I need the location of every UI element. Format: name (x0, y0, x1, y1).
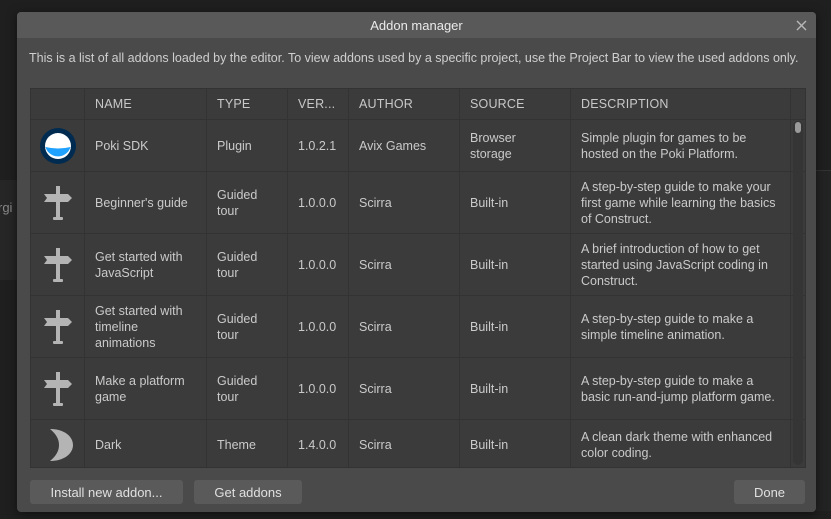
signpost-icon (43, 185, 72, 220)
addon-type: Guided tour (207, 358, 288, 419)
column-header-version[interactable]: VER... (288, 89, 349, 119)
addon-author: Scirra (349, 234, 460, 295)
addon-name: Get started with timeline animations (85, 296, 207, 357)
addon-author: Scirra (349, 420, 460, 467)
addon-source: Built-in (460, 358, 571, 419)
table-row[interactable]: Poki SDK Plugin 1.0.2.1 Avix Games Brows… (31, 120, 805, 172)
addon-version: 1.0.2.1 (288, 120, 349, 171)
addon-type: Guided tour (207, 234, 288, 295)
addon-version: 1.0.0.0 (288, 358, 349, 419)
signpost-icon (43, 247, 72, 282)
addon-type: Theme (207, 420, 288, 467)
addon-version: 1.0.0.0 (288, 234, 349, 295)
addon-name: Poki SDK (85, 120, 207, 171)
column-header-type[interactable]: TYPE (207, 89, 288, 119)
addon-source: Built-in (460, 172, 571, 233)
moon-icon (49, 429, 73, 461)
dialog-title: Addon manager (370, 17, 463, 33)
close-button[interactable] (792, 15, 810, 35)
table-row[interactable]: Beginner's guide Guided tour 1.0.0.0 Sci… (31, 172, 805, 234)
done-button[interactable]: Done (734, 480, 805, 504)
addon-source: Built-in (460, 296, 571, 357)
install-new-addon-button[interactable]: Install new addon... (30, 480, 183, 504)
addon-author: Scirra (349, 172, 460, 233)
addon-description: A step-by-step guide to make your first … (571, 172, 791, 233)
column-header-icon[interactable] (31, 89, 85, 119)
addon-manager-dialog: Addon manager This is a list of all addo… (17, 12, 816, 512)
column-header-description[interactable]: DESCRIPTION (571, 89, 791, 119)
addon-description: A step-by-step guide to make a basic run… (571, 358, 791, 419)
addon-version: 1.4.0.0 (288, 420, 349, 467)
addon-description: A step-by-step guide to make a simple ti… (571, 296, 791, 357)
addon-type: Guided tour (207, 172, 288, 233)
table-header: NAME TYPE VER... AUTHOR SOURCE DESCRIPTI… (31, 89, 805, 120)
addon-author: Scirra (349, 296, 460, 357)
addon-version: 1.0.0.0 (288, 172, 349, 233)
addon-description: Simple plugin for games to be hosted on … (571, 120, 791, 171)
signpost-icon (43, 371, 72, 406)
addon-description: A brief introduction of how to get start… (571, 234, 791, 295)
table-row[interactable]: Get started with JavaScript Guided tour … (31, 234, 805, 296)
addon-source: Built-in (460, 420, 571, 467)
scrollbar-thumb[interactable] (795, 122, 801, 133)
column-header-author[interactable]: AUTHOR (349, 89, 460, 119)
table-row[interactable]: Dark Theme 1.4.0.0 Scirra Built-in A cle… (31, 420, 805, 467)
close-icon (796, 20, 806, 30)
addon-name: Get started with JavaScript (85, 234, 207, 295)
signpost-icon (43, 309, 72, 344)
addon-name: Make a platform game (85, 358, 207, 419)
addon-description: A clean dark theme with enhanced color c… (571, 420, 791, 467)
background-panel-right (816, 170, 831, 511)
column-header-source[interactable]: SOURCE (460, 89, 571, 119)
table-row[interactable]: Get started with timeline animations Gui… (31, 296, 805, 358)
get-addons-button[interactable]: Get addons (194, 480, 302, 504)
addon-source: Built-in (460, 234, 571, 295)
table-row[interactable]: Make a platform game Guided tour 1.0.0.0… (31, 358, 805, 420)
addon-name: Dark (85, 420, 207, 467)
column-header-name[interactable]: NAME (85, 89, 207, 119)
title-bar: Addon manager (17, 12, 816, 38)
addons-table: NAME TYPE VER... AUTHOR SOURCE DESCRIPTI… (30, 88, 806, 468)
addon-author: Avix Games (349, 120, 460, 171)
addon-author: Scirra (349, 358, 460, 419)
addon-type: Guided tour (207, 296, 288, 357)
intro-text: This is a list of all addons loaded by t… (29, 51, 799, 65)
addon-version: 1.0.0.0 (288, 296, 349, 357)
background-text: rgi (0, 200, 13, 215)
poki-logo-icon (39, 127, 76, 164)
vertical-scrollbar[interactable] (793, 121, 803, 465)
addon-source: Browser storage (460, 120, 571, 171)
addon-name: Beginner's guide (85, 172, 207, 233)
addon-type: Plugin (207, 120, 288, 171)
